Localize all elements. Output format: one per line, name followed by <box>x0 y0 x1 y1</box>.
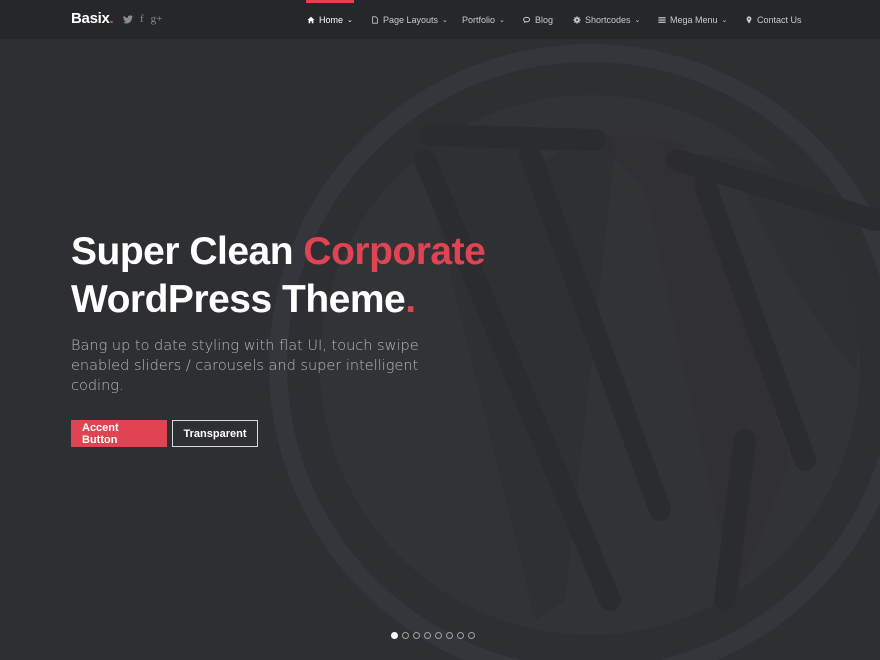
list-icon <box>658 16 666 23</box>
nav-item-shortcodes[interactable]: Shortcodes ⌄ <box>573 0 640 39</box>
facebook-icon[interactable]: f <box>140 12 144 26</box>
slider-dot[interactable] <box>435 632 442 639</box>
nav-item-page-layouts[interactable]: Page Layouts ⌄ <box>371 0 448 39</box>
slider-dot[interactable] <box>446 632 453 639</box>
slider-dot[interactable] <box>457 632 464 639</box>
slider-dot[interactable] <box>391 632 398 639</box>
top-navbar: Basix. f g+ Home ⌄ Page Layouts ⌄ Portfo… <box>0 0 880 39</box>
hero-subtext: Bang up to date styling with flat UI, to… <box>71 338 419 394</box>
nav-item-portfolio[interactable]: Portfolio ⌄ <box>462 0 505 39</box>
nav-item-mega-menu[interactable]: Mega Menu ⌄ <box>658 0 727 39</box>
chevron-down-icon: ⌄ <box>442 16 448 24</box>
transparent-button[interactable]: Transparent <box>172 420 258 447</box>
social-links: f g+ <box>123 12 162 26</box>
slider-dot[interactable] <box>468 632 475 639</box>
hero-headline: Super Clean Corporate WordPress Theme. <box>71 230 486 321</box>
slider-dot[interactable] <box>424 632 431 639</box>
brand-logo[interactable]: Basix. <box>71 10 114 27</box>
chevron-down-icon: ⌄ <box>721 16 728 24</box>
hero-section: Super Clean Corporate WordPress Theme. B… <box>71 228 486 447</box>
page-icon <box>372 15 378 24</box>
home-icon <box>307 16 315 23</box>
slider-dot[interactable] <box>413 632 420 639</box>
slider-dot[interactable] <box>402 632 409 639</box>
chevron-down-icon: ⌄ <box>347 16 353 24</box>
nav-item-home[interactable]: Home ⌄ <box>306 0 354 39</box>
slider-pagination <box>391 632 475 639</box>
map-pin-icon <box>746 15 752 24</box>
chevron-down-icon: ⌄ <box>634 16 641 24</box>
chevron-down-icon: ⌄ <box>499 16 505 24</box>
hero-buttons: Accent Button Transparent <box>71 420 485 447</box>
gear-icon <box>573 15 581 24</box>
nav-item-blog[interactable]: Blog <box>523 0 553 39</box>
twitter-icon[interactable] <box>123 14 133 24</box>
accent-button[interactable]: Accent Button <box>71 420 167 447</box>
nav-item-contact-us[interactable]: Contact Us <box>745 0 802 39</box>
google-plus-icon[interactable]: g+ <box>151 12 163 26</box>
chat-icon <box>523 16 531 23</box>
